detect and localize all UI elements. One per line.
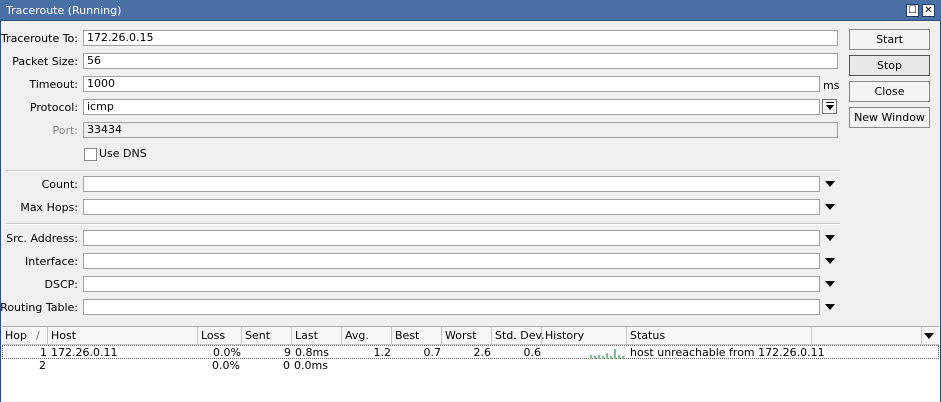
use-dns-label: Use DNS — [99, 147, 147, 160]
column-status[interactable]: Status — [627, 327, 812, 344]
column-loss[interactable]: Loss — [198, 327, 242, 344]
title-bar: Traceroute (Running) ☐ ✕ — [0, 0, 941, 21]
separator — [6, 223, 840, 225]
new-window-button[interactable]: New Window — [849, 107, 930, 128]
column-last[interactable]: Last — [292, 327, 342, 344]
column-hop-label: Hop — [5, 329, 27, 342]
cell-worst: 2.6 — [473, 346, 492, 359]
close-button[interactable]: Close — [849, 81, 930, 102]
timeout-unit: ms — [823, 79, 840, 92]
dscp-label: DSCP: — [44, 278, 78, 291]
cell-status — [627, 359, 812, 373]
column-empty — [812, 327, 922, 344]
history-bar — [614, 349, 616, 359]
src-address-input[interactable] — [83, 230, 820, 246]
use-dns-checkbox[interactable] — [84, 148, 97, 161]
column-menu-dropdown-icon[interactable] — [924, 333, 934, 339]
timeout-input[interactable]: 1000 — [83, 76, 820, 92]
cell-loss: 0.0% — [212, 359, 240, 372]
port-input: 33434 — [83, 122, 838, 138]
packet-size-input[interactable]: 56 — [83, 53, 838, 69]
port-label: Port: — [52, 124, 78, 137]
sort-indicator-icon: / — [36, 329, 40, 342]
column-avg[interactable]: Avg. — [342, 327, 392, 344]
cell-host: 172.26.0.11 — [51, 346, 118, 359]
window-title: Traceroute (Running) — [6, 4, 122, 17]
cell-avg: 1.2 — [373, 346, 392, 359]
results-table: Hop / Host Loss Sent Last Avg. Best Wors… — [2, 326, 939, 401]
maximize-icon[interactable]: ☐ — [906, 4, 919, 17]
cell-sent: 9 — [284, 346, 291, 359]
cell-std-dev: 0.6 — [523, 346, 542, 359]
max-hops-label: Max Hops: — [20, 201, 78, 214]
protocol-dropdown-icon[interactable] — [822, 99, 837, 114]
cell-std-dev — [492, 359, 542, 373]
table-header: Hop / Host Loss Sent Last Avg. Best Wors… — [2, 327, 939, 345]
history-sparkline — [590, 347, 630, 359]
max-hops-input[interactable] — [83, 199, 820, 215]
start-button[interactable]: Start — [849, 29, 930, 50]
routing-table-dropdown-icon[interactable] — [825, 304, 835, 310]
max-hops-dropdown-icon[interactable] — [825, 204, 835, 210]
timeout-label: Timeout: — [29, 78, 78, 91]
routing-table-label: Routing Table: — [0, 301, 78, 314]
protocol-label: Protocol: — [29, 101, 78, 114]
cell-hop: 2 — [39, 359, 46, 372]
src-address-dropdown-icon[interactable] — [825, 235, 835, 241]
cell-avg — [342, 359, 392, 373]
column-worst[interactable]: Worst — [442, 327, 492, 344]
column-best[interactable]: Best — [392, 327, 442, 344]
traceroute-to-label: Traceroute To: — [0, 32, 78, 45]
count-label: Count: — [41, 178, 78, 191]
separator — [6, 170, 840, 172]
table-row[interactable]: 1 172.26.0.11 0.0% 9 0.8ms 1.2 0.7 2.6 0… — [2, 345, 939, 359]
packet-size-label: Packet Size: — [12, 55, 78, 68]
protocol-select[interactable]: icmp — [83, 99, 820, 115]
dscp-input[interactable] — [83, 276, 820, 292]
cell-best — [392, 359, 442, 373]
column-history[interactable]: History — [542, 327, 627, 344]
cell-sent: 0 — [283, 359, 290, 372]
traceroute-to-input[interactable]: 172.26.0.15 — [83, 30, 838, 46]
column-hop[interactable]: Hop / — [2, 327, 48, 344]
cell-loss: 0.0% — [213, 346, 241, 359]
cell-last: 0.0ms — [294, 359, 328, 372]
routing-table-input[interactable] — [83, 299, 820, 315]
cell-host — [48, 359, 198, 373]
stop-button[interactable]: Stop — [849, 55, 930, 76]
cell-status: host unreachable from 172.26.0.11 — [630, 346, 825, 359]
column-std-dev[interactable]: Std. Dev. — [492, 327, 545, 344]
table-row[interactable]: 2 0.0% 0 0.0ms — [2, 359, 939, 373]
cell-worst — [442, 359, 492, 373]
cell-best: 0.7 — [423, 346, 442, 359]
count-input[interactable] — [83, 176, 820, 192]
interface-dropdown-icon[interactable] — [825, 258, 835, 264]
src-address-label: Src. Address: — [6, 232, 78, 245]
interface-label: Interface: — [25, 255, 78, 268]
cell-last: 0.8ms — [295, 346, 329, 359]
close-icon[interactable]: ✕ — [922, 4, 935, 17]
interface-input[interactable] — [83, 253, 820, 269]
column-sent[interactable]: Sent — [242, 327, 292, 344]
dscp-dropdown-icon[interactable] — [825, 281, 835, 287]
column-host[interactable]: Host — [48, 327, 198, 344]
count-dropdown-icon[interactable] — [825, 181, 835, 187]
cell-hop: 1 — [40, 346, 47, 359]
